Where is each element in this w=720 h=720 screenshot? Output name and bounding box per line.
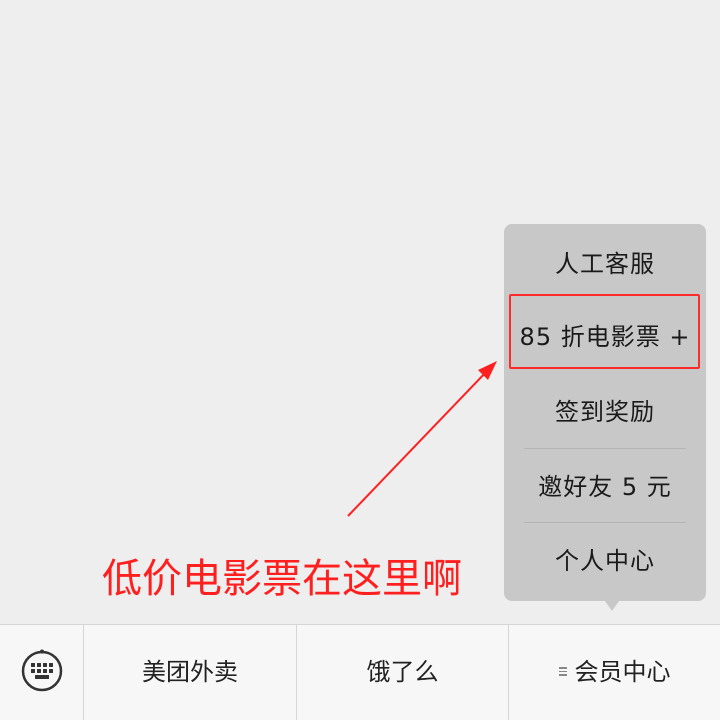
menu-item-customer-service[interactable]: 人工客服 [504,227,706,301]
menu-divider [524,522,686,523]
tab-member-center[interactable]: 会员中心 [509,625,720,720]
bottom-bar: 美团外卖 饿了么 会员中心 [0,624,720,720]
keyboard-icon [21,649,63,692]
tab-eleme[interactable]: 饿了么 [297,625,509,720]
menu-lines-icon [558,665,569,677]
keyboard-toggle-button[interactable] [0,625,84,720]
tab-member-center-label: 会员中心 [574,658,671,686]
tab-meituan-waimai[interactable]: 美团外卖 [84,625,297,720]
menu-divider [524,448,686,449]
annotation-text: 低价电影票在这里啊 [102,556,462,602]
menu-item-personal-center[interactable]: 个人中心 [504,524,706,598]
menu-item-invite-friend[interactable]: 邀好友 5 元 [504,450,706,524]
popup-menu: 人工客服 85 折电影票 + 签到奖励 邀好友 5 元 个人中心 [504,224,706,611]
menu-item-checkin-reward[interactable]: 签到奖励 [504,375,706,449]
highlight-box [509,294,700,369]
